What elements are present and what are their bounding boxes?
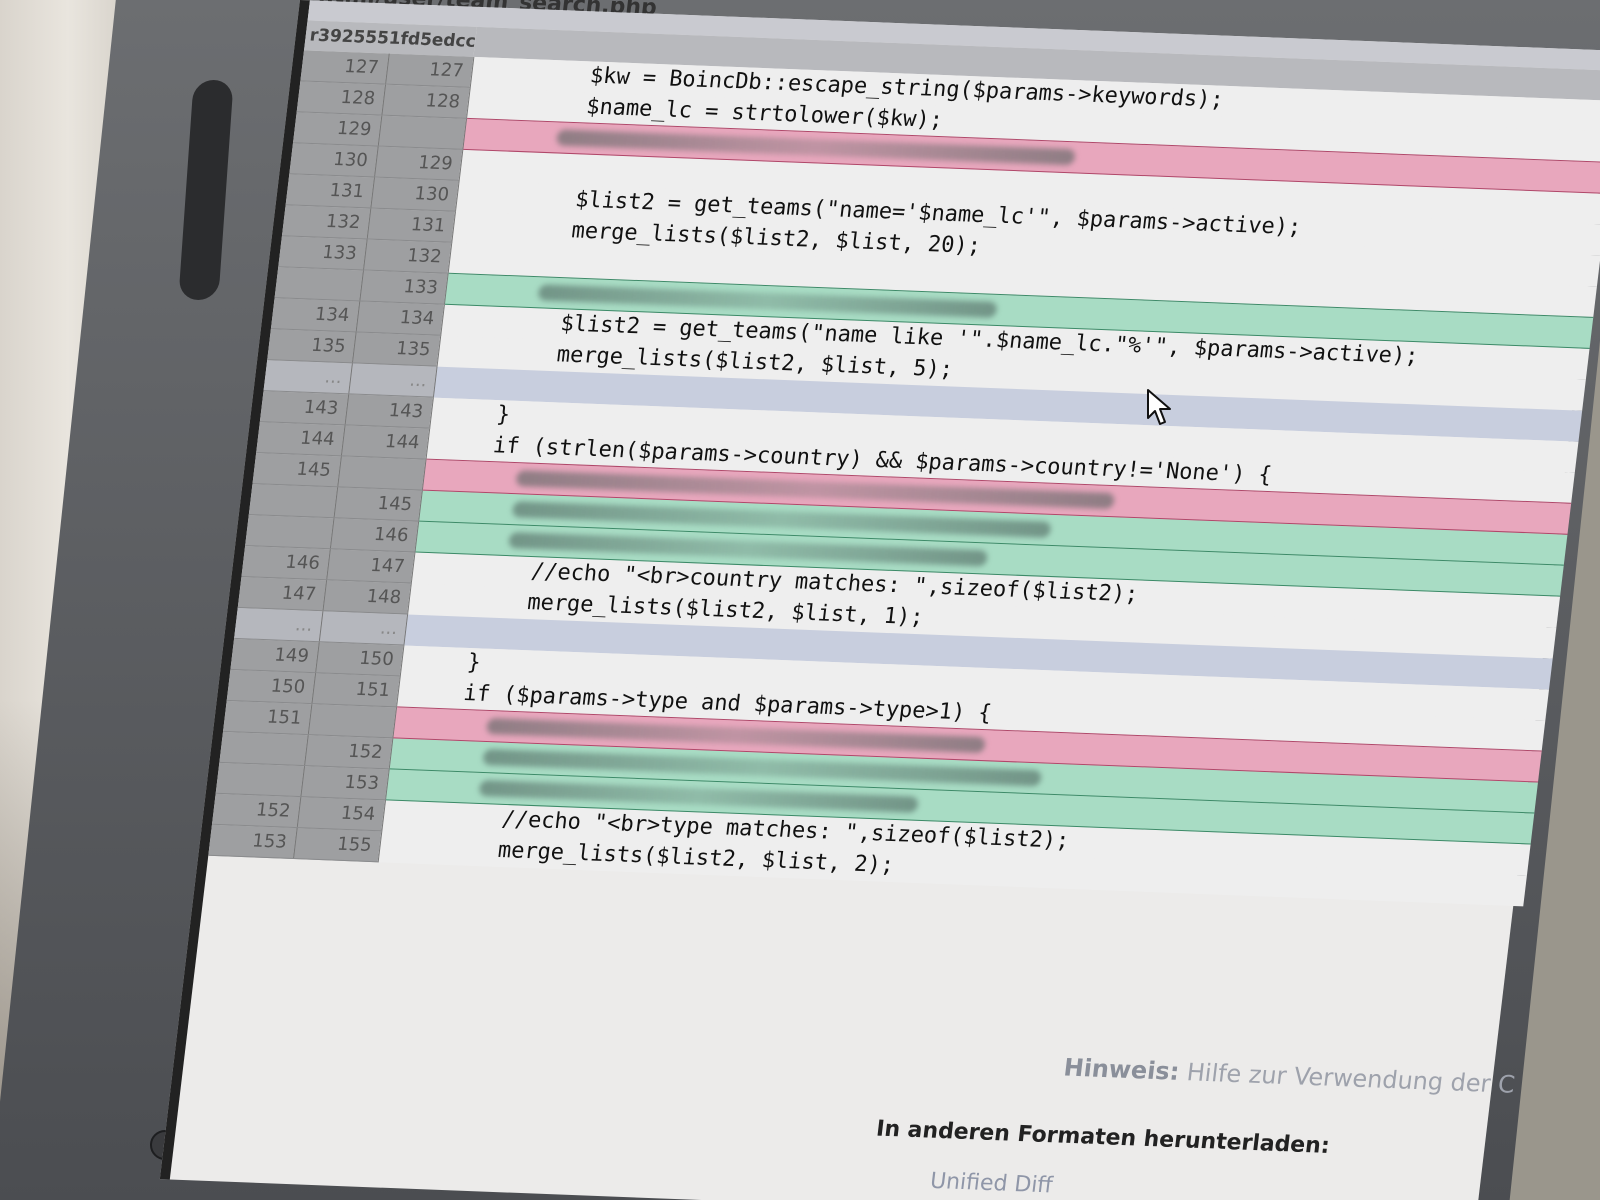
- old-line-number[interactable]: 147: [237, 576, 327, 611]
- new-line-number[interactable]: [377, 115, 467, 150]
- new-line-number[interactable]: [307, 703, 397, 738]
- new-line-number[interactable]: 154: [296, 796, 386, 831]
- new-line-number[interactable]: ...: [348, 362, 438, 398]
- new-line-number[interactable]: 134: [355, 300, 445, 336]
- old-line-number[interactable]: 131: [285, 173, 375, 209]
- old-line-number[interactable]: 144: [256, 421, 345, 456]
- old-line-number[interactable]: ...: [263, 359, 353, 394]
- old-line-number[interactable]: 143: [259, 390, 349, 425]
- diff-body: 127 127 $kw = BoincDb::escape_string($par…: [208, 50, 1600, 906]
- new-line-number[interactable]: 130: [370, 177, 460, 212]
- new-line-number[interactable]: 155: [293, 827, 382, 862]
- new-line-number[interactable]: 129: [374, 146, 463, 181]
- old-line-number[interactable]: ...: [234, 607, 323, 642]
- old-line-number[interactable]: 134: [270, 297, 360, 332]
- diff-table: r3925551fd5edcc 127 127 $kw = BoincDb::es…: [208, 20, 1600, 906]
- old-line-number[interactable]: 150: [226, 669, 316, 704]
- new-line-number[interactable]: ...: [319, 610, 408, 645]
- old-line-number[interactable]: [215, 762, 305, 797]
- new-line-number[interactable]: 133: [359, 269, 449, 305]
- old-line-number[interactable]: 153: [208, 824, 297, 859]
- hint-text[interactable]: Hilfe zur Verwendung der C: [1185, 1058, 1516, 1099]
- old-revision-link[interactable]: r392555: [309, 26, 390, 49]
- new-revision-link[interactable]: 1fd5edcc: [388, 29, 477, 52]
- new-line-number[interactable]: 153: [300, 765, 390, 800]
- old-line-number[interactable]: [245, 514, 334, 549]
- old-line-number[interactable]: 151: [223, 700, 312, 735]
- new-line-number[interactable]: 135: [352, 331, 441, 367]
- old-line-number[interactable]: 135: [267, 328, 356, 363]
- mouse-pointer-icon: [1147, 389, 1171, 425]
- diff-page: html/user/team_search.php r3925551fd5edc…: [159, 0, 1600, 1200]
- new-line-number[interactable]: 131: [366, 208, 456, 243]
- new-line-number[interactable]: 146: [330, 517, 419, 553]
- old-line-number[interactable]: [274, 266, 364, 301]
- old-line-number[interactable]: 128: [296, 80, 386, 116]
- old-line-number[interactable]: 145: [252, 452, 342, 487]
- laptop-screen: html/user/team_search.php r3925551fd5edc…: [0, 0, 1600, 1200]
- new-line-number[interactable]: 145: [333, 486, 423, 522]
- new-line-number[interactable]: 147: [326, 548, 415, 584]
- old-line-number[interactable]: 149: [230, 638, 320, 673]
- old-line-number[interactable]: 129: [293, 111, 382, 147]
- new-line-number[interactable]: [337, 455, 426, 491]
- old-line-number[interactable]: 133: [278, 235, 367, 270]
- old-line-number[interactable]: 130: [289, 142, 378, 178]
- hint-label: Hinweis:: [1062, 1053, 1181, 1086]
- old-line-number[interactable]: 152: [212, 793, 301, 828]
- unified-diff-link[interactable]: Unified Diff: [929, 1169, 1054, 1199]
- new-line-number[interactable]: 152: [304, 734, 393, 769]
- new-line-number[interactable]: 132: [363, 238, 452, 274]
- new-line-number[interactable]: 128: [381, 84, 471, 119]
- old-line-number[interactable]: 127: [300, 50, 389, 85]
- old-line-number[interactable]: [248, 483, 338, 518]
- new-line-number[interactable]: 127: [385, 53, 474, 88]
- hint-note: Hinweis: Hilfe zur Verwendung der C: [1062, 1053, 1516, 1098]
- old-line-number[interactable]: [219, 731, 308, 766]
- download-formats-label: In anderen Formaten herunterladen:: [874, 1116, 1332, 1159]
- new-line-number[interactable]: 148: [322, 579, 412, 614]
- old-line-number[interactable]: 146: [241, 545, 331, 580]
- new-line-number[interactable]: 150: [315, 641, 404, 676]
- new-line-number[interactable]: 151: [311, 672, 401, 707]
- old-line-number[interactable]: 132: [281, 204, 371, 239]
- new-line-number[interactable]: 143: [344, 393, 434, 429]
- new-line-number[interactable]: 144: [341, 424, 430, 460]
